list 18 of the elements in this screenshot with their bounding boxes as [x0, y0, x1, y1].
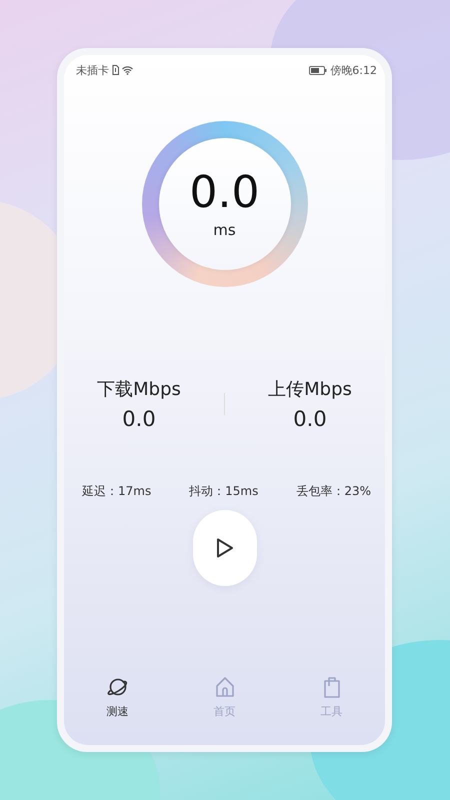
- wifi-icon: [122, 66, 133, 74]
- battery-icon: [309, 66, 328, 74]
- sim-icon: [112, 65, 119, 75]
- nav-tab[interactable]: 工具: [302, 675, 362, 719]
- speed-value: 0.0: [293, 407, 327, 431]
- play-icon: [214, 537, 234, 559]
- metric-text: 丢包率：23%: [296, 483, 371, 500]
- metric-text: 抖动：15ms: [189, 483, 258, 500]
- clock-text: 傍晚6:12: [330, 62, 377, 78]
- metric-text: 延迟：17ms: [82, 483, 152, 500]
- nav-tab[interactable]: 测速: [88, 675, 148, 719]
- ping-value: 0.0: [190, 168, 260, 218]
- nav-tab[interactable]: 首页: [194, 675, 254, 719]
- speed-label: 上传Mbps: [268, 378, 352, 401]
- speed-label: 下载Mbps: [97, 378, 181, 401]
- speed-value: 0.0: [122, 407, 156, 431]
- ping-unit: ms: [213, 221, 236, 240]
- carrier-text: 未插卡: [76, 62, 109, 78]
